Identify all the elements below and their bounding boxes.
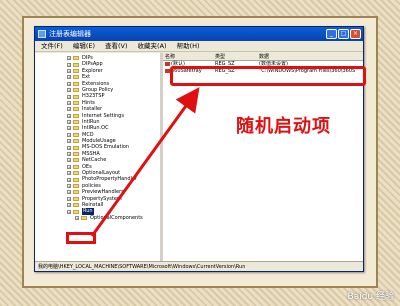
annotation-arrow — [90, 87, 200, 237]
startup-items-callout: 随机启动项 — [236, 116, 331, 137]
baidu-watermark: Baidu 经验 — [347, 292, 394, 302]
